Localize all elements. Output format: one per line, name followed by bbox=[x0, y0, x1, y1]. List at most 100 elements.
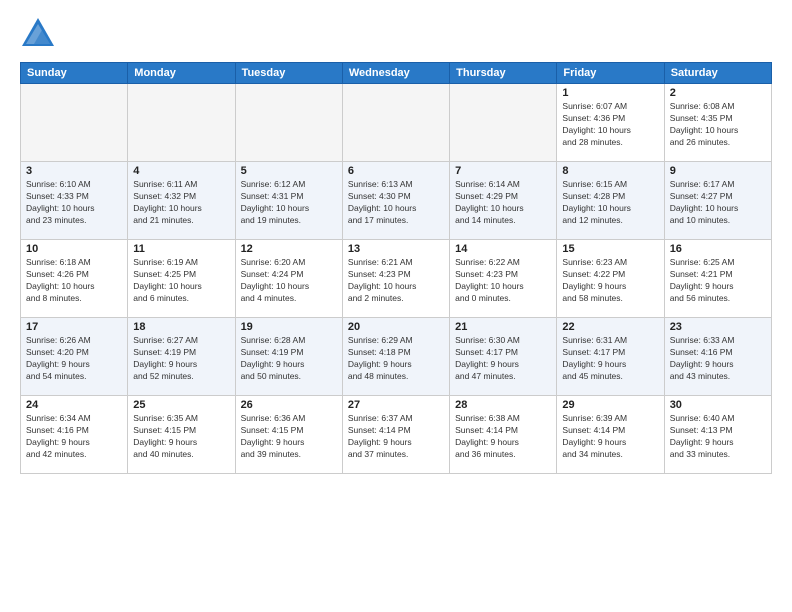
day-number: 9 bbox=[670, 165, 766, 177]
calendar-cell: 28 Sunrise: 6:38 AM Sunset: 4:14 PM Dayli… bbox=[450, 396, 557, 474]
calendar-week-3: 10 Sunrise: 6:18 AM Sunset: 4:26 PM Dayli… bbox=[21, 240, 772, 318]
day-number: 28 bbox=[455, 399, 551, 411]
calendar-cell: 25Sunrise: 6:35 AM Sunset: 4:15 PM Dayli… bbox=[128, 396, 235, 474]
day-info: Sunrise: 6:13 AM Sunset: 4:30 PM Dayligh… bbox=[348, 179, 444, 227]
day-number: 27 bbox=[348, 399, 444, 411]
day-number: 2 bbox=[670, 87, 766, 99]
header bbox=[20, 16, 772, 52]
calendar-cell: 2 Sunrise: 6:08 AM Sunset: 4:35 PM Daylig… bbox=[664, 84, 771, 162]
calendar-cell bbox=[235, 84, 342, 162]
day-number: 1 bbox=[562, 87, 658, 99]
calendar-cell: 1 Sunrise: 6:07 AM Sunset: 4:36 PM Daylig… bbox=[557, 84, 664, 162]
day-info: Sunrise: 6:40 AM Sunset: 4:13 PM Dayligh… bbox=[670, 413, 766, 461]
calendar-cell: 18 Sunrise: 6:27 AM Sunset: 4:19 PM Dayli… bbox=[128, 318, 235, 396]
day-number: 8 bbox=[562, 165, 658, 177]
day-info: Sunrise: 6:08 AM Sunset: 4:35 PM Dayligh… bbox=[670, 101, 766, 149]
day-number: 5 bbox=[241, 165, 337, 177]
day-number: 7 bbox=[455, 165, 551, 177]
day-info: Sunrise: 6:20 AM Sunset: 4:24 PM Dayligh… bbox=[241, 257, 337, 305]
day-number: 14 bbox=[455, 243, 551, 255]
weekday-header-friday: Friday bbox=[557, 63, 664, 84]
calendar-cell: 29Sunrise: 6:39 AM Sunset: 4:14 PM Dayli… bbox=[557, 396, 664, 474]
day-info: Sunrise: 6:38 AM Sunset: 4:14 PM Dayligh… bbox=[455, 413, 551, 461]
logo-icon bbox=[20, 16, 56, 52]
day-info: Sunrise: 6:14 AM Sunset: 4:29 PM Dayligh… bbox=[455, 179, 551, 227]
calendar-cell: 26 Sunrise: 6:36 AM Sunset: 4:15 PM Dayli… bbox=[235, 396, 342, 474]
calendar-cell: 23Sunrise: 6:33 AM Sunset: 4:16 PM Dayli… bbox=[664, 318, 771, 396]
calendar-cell: 6 Sunrise: 6:13 AM Sunset: 4:30 PM Daylig… bbox=[342, 162, 449, 240]
calendar-cell bbox=[128, 84, 235, 162]
calendar-cell: 5 Sunrise: 6:12 AM Sunset: 4:31 PM Daylig… bbox=[235, 162, 342, 240]
day-info: Sunrise: 6:15 AM Sunset: 4:28 PM Dayligh… bbox=[562, 179, 658, 227]
weekday-header-tuesday: Tuesday bbox=[235, 63, 342, 84]
calendar-cell: 30 Sunrise: 6:40 AM Sunset: 4:13 PM Dayli… bbox=[664, 396, 771, 474]
weekday-header-thursday: Thursday bbox=[450, 63, 557, 84]
calendar-cell: 3Sunrise: 6:10 AM Sunset: 4:33 PM Daylig… bbox=[21, 162, 128, 240]
day-info: Sunrise: 6:17 AM Sunset: 4:27 PM Dayligh… bbox=[670, 179, 766, 227]
day-number: 11 bbox=[133, 243, 229, 255]
day-number: 23 bbox=[670, 321, 766, 333]
weekday-header-sunday: Sunday bbox=[21, 63, 128, 84]
day-number: 12 bbox=[241, 243, 337, 255]
day-info: Sunrise: 6:11 AM Sunset: 4:32 PM Dayligh… bbox=[133, 179, 229, 227]
calendar-cell: 13 Sunrise: 6:21 AM Sunset: 4:23 PM Dayli… bbox=[342, 240, 449, 318]
calendar-cell: 12 Sunrise: 6:20 AM Sunset: 4:24 PM Dayli… bbox=[235, 240, 342, 318]
calendar-cell: 19 Sunrise: 6:28 AM Sunset: 4:19 PM Dayli… bbox=[235, 318, 342, 396]
day-number: 16 bbox=[670, 243, 766, 255]
calendar-week-4: 17Sunrise: 6:26 AM Sunset: 4:20 PM Dayli… bbox=[21, 318, 772, 396]
calendar-cell: 7 Sunrise: 6:14 AM Sunset: 4:29 PM Daylig… bbox=[450, 162, 557, 240]
day-number: 18 bbox=[133, 321, 229, 333]
calendar-cell bbox=[450, 84, 557, 162]
day-number: 4 bbox=[133, 165, 229, 177]
day-info: Sunrise: 6:28 AM Sunset: 4:19 PM Dayligh… bbox=[241, 335, 337, 383]
day-number: 20 bbox=[348, 321, 444, 333]
day-info: Sunrise: 6:19 AM Sunset: 4:25 PM Dayligh… bbox=[133, 257, 229, 305]
calendar-cell: 4 Sunrise: 6:11 AM Sunset: 4:32 PM Daylig… bbox=[128, 162, 235, 240]
day-info: Sunrise: 6:31 AM Sunset: 4:17 PM Dayligh… bbox=[562, 335, 658, 383]
day-number: 21 bbox=[455, 321, 551, 333]
calendar-cell: 27 Sunrise: 6:37 AM Sunset: 4:14 PM Dayli… bbox=[342, 396, 449, 474]
day-number: 22 bbox=[562, 321, 658, 333]
calendar-cell: 22 Sunrise: 6:31 AM Sunset: 4:17 PM Dayli… bbox=[557, 318, 664, 396]
calendar-cell: 17Sunrise: 6:26 AM Sunset: 4:20 PM Dayli… bbox=[21, 318, 128, 396]
day-info: Sunrise: 6:27 AM Sunset: 4:19 PM Dayligh… bbox=[133, 335, 229, 383]
day-info: Sunrise: 6:37 AM Sunset: 4:14 PM Dayligh… bbox=[348, 413, 444, 461]
calendar-cell: 15Sunrise: 6:23 AM Sunset: 4:22 PM Dayli… bbox=[557, 240, 664, 318]
day-number: 6 bbox=[348, 165, 444, 177]
day-number: 15 bbox=[562, 243, 658, 255]
calendar-cell: 9 Sunrise: 6:17 AM Sunset: 4:27 PM Daylig… bbox=[664, 162, 771, 240]
calendar-cell bbox=[21, 84, 128, 162]
day-number: 13 bbox=[348, 243, 444, 255]
weekday-header-row: SundayMondayTuesdayWednesdayThursdayFrid… bbox=[21, 63, 772, 84]
calendar-week-5: 24Sunrise: 6:34 AM Sunset: 4:16 PM Dayli… bbox=[21, 396, 772, 474]
calendar-cell: 21 Sunrise: 6:30 AM Sunset: 4:17 PM Dayli… bbox=[450, 318, 557, 396]
day-number: 19 bbox=[241, 321, 337, 333]
day-number: 10 bbox=[26, 243, 122, 255]
weekday-header-wednesday: Wednesday bbox=[342, 63, 449, 84]
weekday-header-saturday: Saturday bbox=[664, 63, 771, 84]
day-info: Sunrise: 6:10 AM Sunset: 4:33 PM Dayligh… bbox=[26, 179, 122, 227]
day-info: Sunrise: 6:18 AM Sunset: 4:26 PM Dayligh… bbox=[26, 257, 122, 305]
calendar-week-1: 1 Sunrise: 6:07 AM Sunset: 4:36 PM Daylig… bbox=[21, 84, 772, 162]
calendar-table: SundayMondayTuesdayWednesdayThursdayFrid… bbox=[20, 62, 772, 474]
day-number: 30 bbox=[670, 399, 766, 411]
day-info: Sunrise: 6:30 AM Sunset: 4:17 PM Dayligh… bbox=[455, 335, 551, 383]
day-number: 26 bbox=[241, 399, 337, 411]
day-info: Sunrise: 6:36 AM Sunset: 4:15 PM Dayligh… bbox=[241, 413, 337, 461]
day-info: Sunrise: 6:25 AM Sunset: 4:21 PM Dayligh… bbox=[670, 257, 766, 305]
calendar-cell: 16 Sunrise: 6:25 AM Sunset: 4:21 PM Dayli… bbox=[664, 240, 771, 318]
calendar-cell bbox=[342, 84, 449, 162]
day-info: Sunrise: 6:21 AM Sunset: 4:23 PM Dayligh… bbox=[348, 257, 444, 305]
day-number: 17 bbox=[26, 321, 122, 333]
calendar-cell: 14Sunrise: 6:22 AM Sunset: 4:23 PM Dayli… bbox=[450, 240, 557, 318]
weekday-header-monday: Monday bbox=[128, 63, 235, 84]
calendar-cell: 24Sunrise: 6:34 AM Sunset: 4:16 PM Dayli… bbox=[21, 396, 128, 474]
calendar-week-2: 3Sunrise: 6:10 AM Sunset: 4:33 PM Daylig… bbox=[21, 162, 772, 240]
calendar-body: 1 Sunrise: 6:07 AM Sunset: 4:36 PM Daylig… bbox=[21, 84, 772, 474]
day-info: Sunrise: 6:12 AM Sunset: 4:31 PM Dayligh… bbox=[241, 179, 337, 227]
day-number: 29 bbox=[562, 399, 658, 411]
day-info: Sunrise: 6:34 AM Sunset: 4:16 PM Dayligh… bbox=[26, 413, 122, 461]
day-info: Sunrise: 6:07 AM Sunset: 4:36 PM Dayligh… bbox=[562, 101, 658, 149]
day-info: Sunrise: 6:35 AM Sunset: 4:15 PM Dayligh… bbox=[133, 413, 229, 461]
calendar-cell: 10 Sunrise: 6:18 AM Sunset: 4:26 PM Dayli… bbox=[21, 240, 128, 318]
